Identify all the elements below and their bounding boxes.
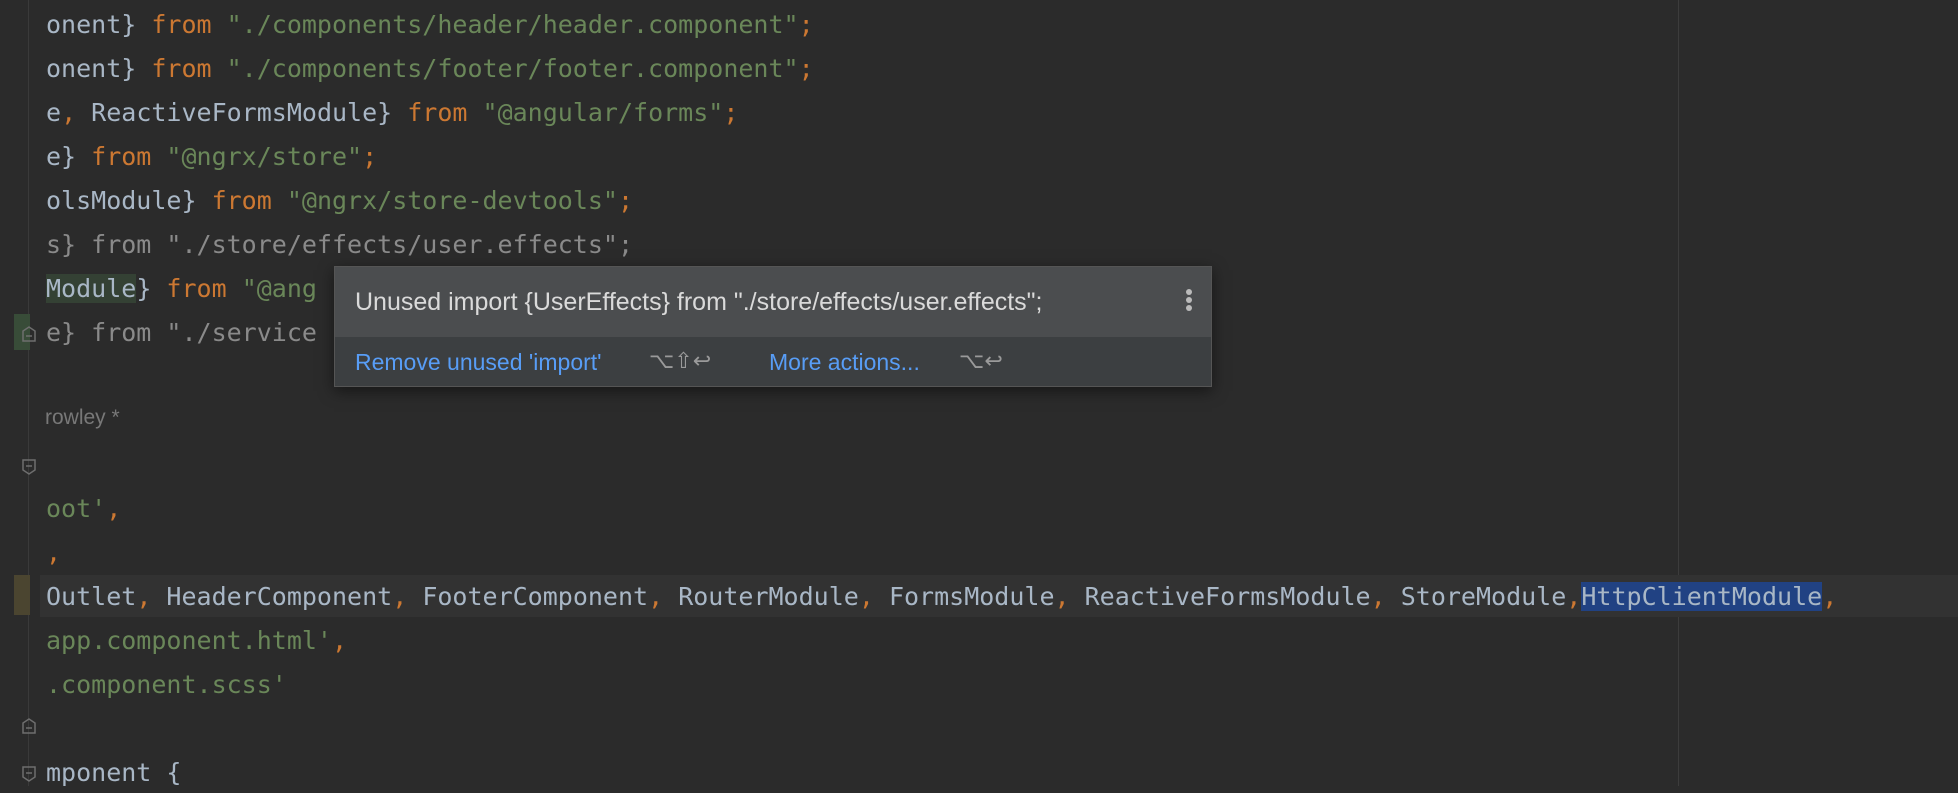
remove-unused-import-link[interactable]: Remove unused 'import' xyxy=(355,349,602,376)
code-token: from xyxy=(211,186,287,215)
change-marker[interactable] xyxy=(14,575,30,615)
code-token: from xyxy=(151,10,227,39)
fold-end-icon[interactable] xyxy=(22,326,36,342)
code-token: FormsModule xyxy=(888,582,1055,611)
code-line[interactable]: oot', xyxy=(46,489,121,529)
code-token: .component.scss' xyxy=(46,670,287,699)
fold-end-icon[interactable] xyxy=(22,718,36,734)
code-token: StoreModule xyxy=(1400,582,1567,611)
code-token: onent} xyxy=(46,10,152,39)
code-token: Outlet xyxy=(46,582,137,611)
more-actions-shortcut: ⌥↩ xyxy=(959,349,1003,374)
code-token: RouterModule xyxy=(678,582,859,611)
code-line[interactable]: app.component.html', xyxy=(46,621,347,661)
code-token: "@angular/forms" xyxy=(482,98,724,127)
code-token: , xyxy=(1822,582,1838,611)
code-token: , xyxy=(331,626,348,655)
code-line[interactable]: onent} from "./components/header/header.… xyxy=(46,5,814,45)
code-token: , xyxy=(136,582,167,611)
code-line[interactable]: e, ReactiveFormsModule} from "@angular/f… xyxy=(46,93,738,133)
code-line[interactable]: olsModule} from "@ngrx/store-devtools"; xyxy=(46,181,633,221)
code-token: Module xyxy=(46,274,137,303)
code-token: mponent { xyxy=(46,758,182,787)
code-token: "./components/footer/footer.component" xyxy=(226,54,799,83)
code-token: , xyxy=(1370,582,1401,611)
fold-start-icon[interactable] xyxy=(22,766,36,782)
author-inlay-hint[interactable]: rowley * xyxy=(45,406,120,430)
editor-gutter xyxy=(0,0,40,786)
code-line[interactable]: .component.scss' xyxy=(46,665,287,705)
code-token: "@ngrx/store-devtools" xyxy=(286,186,618,215)
code-token: FooterComponent xyxy=(422,582,649,611)
code-token: onent} xyxy=(46,54,152,83)
remove-import-shortcut: ⌥⇧↩ xyxy=(649,349,712,374)
code-line[interactable]: Module} from "@ang xyxy=(46,269,317,309)
code-token: , xyxy=(61,98,92,127)
code-token: e xyxy=(46,98,62,127)
code-token: oot' xyxy=(46,494,107,523)
code-line[interactable]: , xyxy=(46,533,61,573)
code-token: from xyxy=(166,274,242,303)
code-line[interactable]: s} from "./store/effects/user.effects"; xyxy=(46,225,633,265)
code-line[interactable]: e} from "@ngrx/store"; xyxy=(46,137,377,177)
code-token: , xyxy=(392,582,423,611)
code-line[interactable]: e} from "./service xyxy=(46,313,317,353)
code-token: , xyxy=(106,494,122,523)
code-token: olsModule} xyxy=(46,186,212,215)
code-token: e} from "./service xyxy=(46,318,317,347)
code-token: , xyxy=(858,582,889,611)
code-token: , xyxy=(648,582,679,611)
code-line[interactable]: mponent { xyxy=(46,753,181,793)
popup-header: Unused import {UserEffects} from "./stor… xyxy=(335,267,1211,337)
code-token: "./components/header/header.component" xyxy=(226,10,799,39)
code-token: from xyxy=(91,142,167,171)
code-token: from xyxy=(407,98,483,127)
code-token: from xyxy=(151,54,227,83)
code-line[interactable]: onent} from "./components/footer/footer.… xyxy=(46,49,814,89)
more-actions-link[interactable]: More actions... xyxy=(769,349,920,376)
code-token: ; xyxy=(798,10,814,39)
code-token: ; xyxy=(617,186,634,215)
more-vertical-icon[interactable] xyxy=(1183,287,1195,317)
code-token: HeaderComponent xyxy=(166,582,393,611)
code-line[interactable]: Outlet, HeaderComponent, FooterComponent… xyxy=(46,577,1837,617)
popup-actions: Remove unused 'import' ⌥⇧↩ More actions.… xyxy=(335,337,1211,386)
code-token: ; xyxy=(362,142,378,171)
code-token: , xyxy=(1054,582,1085,611)
code-token: ; xyxy=(723,98,739,127)
code-token: ReactiveFormsModule} xyxy=(91,98,408,127)
code-token: , xyxy=(1566,582,1582,611)
code-token: ; xyxy=(798,54,814,83)
code-token: , xyxy=(46,538,62,567)
code-token: "@ngrx/store" xyxy=(166,142,363,171)
fold-start-icon[interactable] xyxy=(22,459,36,475)
code-token: s} from "./store/effects/user.effects"; xyxy=(46,230,633,259)
code-token: e} xyxy=(46,142,92,171)
code-token: "@ang xyxy=(241,274,317,303)
gutter-divider xyxy=(28,0,29,786)
code-token: } xyxy=(136,274,167,303)
code-token: app.component.html' xyxy=(46,626,332,655)
right-margin-guide xyxy=(1678,0,1679,786)
popup-message: Unused import {UserEffects} from "./stor… xyxy=(355,288,1043,316)
code-token: ReactiveFormsModule xyxy=(1084,582,1371,611)
code-token: HttpClientModule xyxy=(1581,582,1823,611)
inspection-popup: Unused import {UserEffects} from "./stor… xyxy=(334,266,1212,387)
